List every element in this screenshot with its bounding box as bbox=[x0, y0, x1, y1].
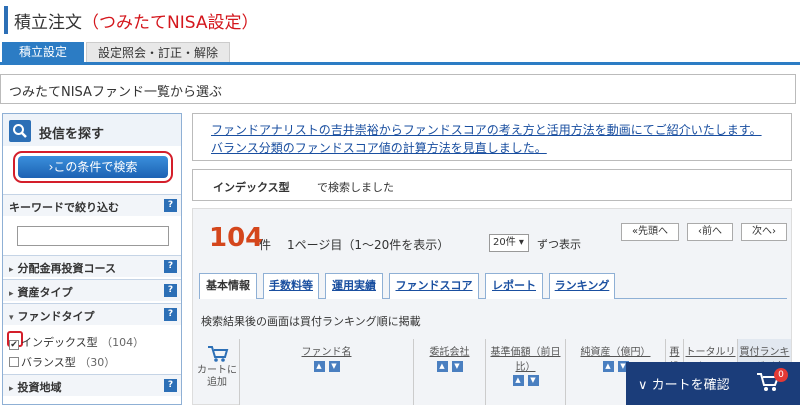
tab-bar: 積立設定 設定照会・訂正・解除 bbox=[0, 42, 800, 65]
search-sidebar: 投信を探す ›この条件で検索 キーワードで絞り込む ? ▸ 分配金再投資コース ?… bbox=[2, 113, 182, 405]
filter-index-type[interactable]: ✔ インデックス型 （104） bbox=[9, 334, 144, 350]
page-subtitle: （つみたてNISA設定） bbox=[82, 13, 259, 33]
tab-fees[interactable]: 手数料等 bbox=[263, 273, 319, 299]
page-title: 積立注文（つみたてNISA設定） bbox=[14, 13, 259, 33]
page-info: 1ページ目（1～20件を表示） bbox=[287, 238, 450, 252]
checkbox-unchecked[interactable] bbox=[9, 357, 19, 367]
sort-note: 検索結果後の画面は買付ランキング順に掲載 bbox=[201, 315, 421, 328]
filter-balance-type[interactable]: バランス型 （30） bbox=[9, 354, 115, 370]
column-label[interactable]: 委託会社 bbox=[414, 343, 485, 358]
result-count-unit: 件 bbox=[259, 238, 272, 252]
sidebar-item-label: ファンドタイプ bbox=[17, 310, 95, 323]
prev-page-button[interactable]: ‹前へ bbox=[687, 223, 733, 241]
column-label[interactable]: 基準価額（前日比） bbox=[486, 343, 565, 373]
chevron-right-icon: ▸ bbox=[9, 289, 14, 299]
result-count: 104 bbox=[209, 223, 264, 253]
section-heading: つみたてNISAファンド一覧から選ぶ bbox=[0, 74, 796, 104]
sort-asc-icon[interactable]: ▲ bbox=[512, 375, 524, 386]
cart-column-header: カートに追加 bbox=[197, 339, 237, 405]
sidebar-title: 投信を探す bbox=[39, 127, 105, 142]
sidebar-item-dividend-course[interactable]: ▸ 分配金再投資コース ? bbox=[3, 255, 181, 277]
cart-column-label: カートに追加 bbox=[197, 365, 237, 388]
search-condition-suffix: で検索しました bbox=[317, 181, 394, 194]
search-condition: インデックス型 bbox=[213, 181, 290, 194]
cart-icon bbox=[208, 346, 229, 362]
sidebar-item-label: 投資地域 bbox=[17, 381, 62, 394]
section-title: つみたてNISAファンド一覧から選ぶ bbox=[9, 85, 222, 100]
view-cart-bar[interactable]: ∨ カートを確認 0 bbox=[626, 362, 800, 405]
tab-tsumitate-settings[interactable]: 積立設定 bbox=[2, 42, 84, 62]
help-icon[interactable]: ? bbox=[164, 308, 177, 321]
sort-asc-icon[interactable]: ▲ bbox=[313, 361, 325, 372]
tab-fund-score[interactable]: ファンドスコア bbox=[389, 273, 479, 299]
filter-label: バランス型 bbox=[21, 356, 76, 369]
column-fund-name: ファンド名 ▲ ▼ bbox=[239, 339, 413, 405]
tab-performance[interactable]: 運用実績 bbox=[325, 273, 383, 299]
sort-asc-icon[interactable]: ▲ bbox=[602, 361, 614, 372]
sort-desc-icon[interactable]: ▼ bbox=[328, 361, 340, 372]
notice-box: ファンドアナリストの吉井崇裕からファンドスコアの考え方と活用方法を動画にてご紹介… bbox=[192, 113, 792, 161]
keyword-filter-label: キーワードで絞り込む bbox=[9, 201, 119, 214]
cart-count-badge: 0 bbox=[774, 368, 788, 382]
filter-count: （104） bbox=[101, 336, 145, 349]
keyword-input[interactable] bbox=[17, 226, 169, 246]
search-condition-box: インデックス型 で検索しました bbox=[192, 169, 792, 201]
header-accent-bar bbox=[4, 6, 8, 34]
view-cart-label: ∨ カートを確認 bbox=[638, 378, 730, 393]
tab-report[interactable]: レポート bbox=[485, 273, 543, 299]
sidebar-item-label: 資産タイプ bbox=[17, 286, 73, 299]
sort-desc-icon[interactable]: ▼ bbox=[527, 375, 539, 386]
balance-score-link[interactable]: バランス分類のファンドスコア値の計算方法を見直しました。 bbox=[211, 139, 547, 156]
help-icon[interactable]: ? bbox=[164, 284, 177, 297]
page-header: 積立注文（つみたてNISA設定） bbox=[0, 0, 800, 40]
tab-ranking[interactable]: ランキング bbox=[549, 273, 615, 299]
sidebar-item-fund-type[interactable]: ▾ ファンドタイプ ? bbox=[3, 303, 181, 325]
help-icon[interactable]: ? bbox=[164, 379, 177, 392]
per-page-suffix: ずつ表示 bbox=[537, 238, 581, 251]
keyword-filter-row: キーワードで絞り込む ? bbox=[3, 194, 181, 216]
sidebar-header: 投信を探す bbox=[3, 114, 181, 146]
tab-basic-info[interactable]: 基本情報 bbox=[199, 273, 257, 299]
filter-label: インデックス型 bbox=[21, 336, 98, 349]
chevron-down-icon: ▾ bbox=[9, 313, 14, 323]
filter-count: （30） bbox=[79, 356, 116, 369]
column-management-company: 委託会社 ▲ ▼ bbox=[413, 339, 485, 405]
column-label[interactable]: ファンド名 bbox=[240, 343, 413, 358]
video-introduction-link[interactable]: ファンドアナリストの吉井崇裕からファンドスコアの考え方と活用方法を動画にてご紹介… bbox=[211, 121, 762, 138]
search-icon bbox=[9, 120, 31, 142]
next-page-button[interactable]: 次へ› bbox=[741, 223, 787, 241]
sort-desc-icon[interactable]: ▼ bbox=[451, 361, 463, 372]
chevron-right-icon: ▸ bbox=[9, 384, 14, 394]
checkbox-checked[interactable]: ✔ bbox=[9, 340, 19, 350]
search-button-highlight: ›この条件で検索 bbox=[13, 151, 173, 183]
per-page-select[interactable]: 20件 ▾ bbox=[489, 234, 529, 252]
help-icon[interactable]: ? bbox=[164, 199, 177, 212]
first-page-button[interactable]: «先頭へ bbox=[621, 223, 679, 241]
tab-settings-inquiry[interactable]: 設定照会・訂正・解除 bbox=[86, 42, 230, 62]
sidebar-item-label: 分配金再投資コース bbox=[17, 262, 116, 275]
sidebar-item-investment-region[interactable]: ▸ 投資地域 ? bbox=[3, 374, 181, 396]
result-tabs: 基本情報 手数料等 運用実績 ファンドスコア レポート ランキング bbox=[199, 273, 787, 299]
column-label[interactable]: 純資産（億円） bbox=[566, 343, 665, 358]
sort-asc-icon[interactable]: ▲ bbox=[436, 361, 448, 372]
search-with-conditions-button[interactable]: ›この条件で検索 bbox=[18, 156, 168, 178]
sidebar-item-asset-type[interactable]: ▸ 資産タイプ ? bbox=[3, 279, 181, 301]
chevron-right-icon: ▸ bbox=[9, 265, 14, 275]
column-base-price: 基準価額（前日比） ▲ ▼ bbox=[485, 339, 565, 405]
help-icon[interactable]: ? bbox=[164, 260, 177, 273]
